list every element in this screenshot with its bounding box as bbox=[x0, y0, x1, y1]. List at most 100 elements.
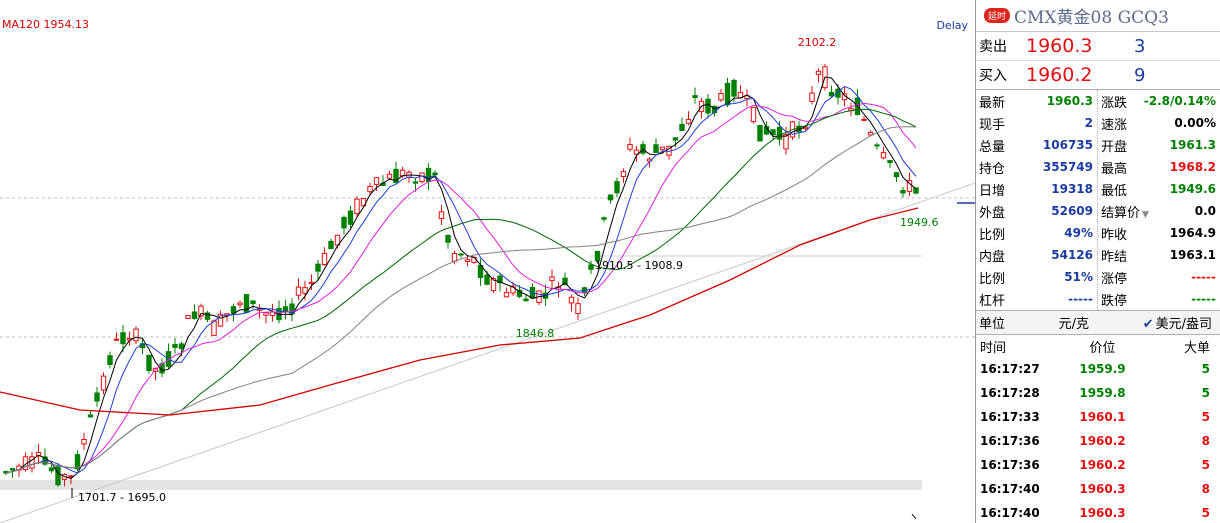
quote-stat-label: 内盘 bbox=[979, 249, 1006, 265]
candle-body bbox=[880, 152, 887, 159]
candle-body bbox=[568, 296, 575, 304]
quote-stat-row: 结算价 ▼ 0.0 bbox=[1098, 200, 1220, 222]
ma20-line bbox=[5, 102, 917, 474]
candle-body bbox=[685, 119, 692, 124]
instrument-title-bar: 延时 CMX黄金08 GCQ3 bbox=[976, 0, 1220, 32]
candle-body bbox=[172, 344, 178, 348]
trade-time: 16:17:40 bbox=[980, 506, 1040, 520]
trade-volume: 5 bbox=[1201, 458, 1210, 472]
candle-body bbox=[211, 320, 217, 336]
quote-stats-grid: 最新 1960.3 现手 2 总量 106735 持仓 355749 日增 19318 外盘 5260… bbox=[976, 90, 1220, 311]
trade-price: 1959.9 bbox=[1079, 362, 1126, 376]
candle-body bbox=[237, 302, 243, 306]
quote-stat-label: 跌停 bbox=[1101, 293, 1128, 309]
trade-price: 1960.3 bbox=[1079, 506, 1126, 520]
trend-line bbox=[0, 182, 975, 523]
candle-body bbox=[347, 210, 354, 225]
quote-stat-value: 19318 bbox=[1051, 182, 1093, 196]
currency-toggle[interactable]: ✔ 美元/盎司 bbox=[1143, 313, 1212, 332]
candle-body bbox=[282, 306, 289, 312]
last-low-annotation: 1949.6 bbox=[900, 216, 939, 229]
quote-stat-row: 昨结 1963.1 bbox=[1098, 244, 1220, 266]
candle-body bbox=[900, 189, 906, 194]
candle-body bbox=[776, 126, 783, 140]
quote-stat-label: 涨跌 bbox=[1101, 95, 1128, 111]
delay-badge: 延时 bbox=[984, 8, 1011, 23]
mid-range-annotation: 1910.5 - 1908.9 bbox=[595, 259, 683, 272]
candle-body bbox=[620, 171, 627, 177]
quote-stat-row: 最低 1949.6 bbox=[1098, 178, 1220, 200]
quote-stat-label: 外盘 bbox=[979, 205, 1006, 221]
candle-body bbox=[373, 177, 380, 185]
candle-body bbox=[146, 354, 152, 371]
candle-body bbox=[893, 172, 900, 178]
high-annotation: 2102.2 bbox=[798, 36, 837, 49]
unit-value: 元/克 bbox=[1058, 317, 1090, 332]
quote-stat-value: ----- bbox=[1068, 292, 1093, 306]
trade-list[interactable]: 16:17:27 1959.9 5 16:17:28 1959.8 5 16:17:33 19… bbox=[976, 357, 1220, 523]
trade-row: 16:17:27 1959.9 5 bbox=[976, 357, 1220, 381]
quote-stat-label: 最新 bbox=[979, 95, 1006, 111]
candle-body bbox=[607, 194, 614, 201]
quote-stat-value: 1963.1 bbox=[1169, 248, 1216, 262]
buy-volume: 9 bbox=[1134, 64, 1146, 86]
trade-volume: 5 bbox=[1201, 506, 1210, 520]
trade-volume: 8 bbox=[1201, 482, 1210, 496]
quote-stat-row: 昨收 1964.9 bbox=[1098, 222, 1220, 244]
trade-time: 16:17:36 bbox=[980, 434, 1040, 448]
candle-body bbox=[601, 217, 607, 220]
quote-stat-value: 0.00% bbox=[1174, 116, 1216, 130]
trade-price: 1960.1 bbox=[1079, 410, 1126, 424]
candle-body bbox=[263, 312, 269, 316]
quote-stat-label: 总量 bbox=[979, 139, 1006, 155]
trade-time: 16:17:27 bbox=[980, 362, 1040, 376]
candle-body bbox=[185, 315, 191, 319]
trade-price: 1959.8 bbox=[1079, 386, 1126, 400]
dropdown-arrow-icon[interactable]: ▼ bbox=[1142, 210, 1149, 220]
quote-stat-row: 持仓 355749 bbox=[976, 156, 1097, 178]
candle-body bbox=[731, 80, 737, 97]
quote-stat-label: 持仓 bbox=[979, 161, 1006, 177]
candle-body bbox=[191, 311, 198, 319]
quote-stat-label: 昨结 bbox=[1101, 249, 1128, 265]
check-icon: ✔ bbox=[1142, 317, 1154, 332]
quote-stat-label: 昨收 bbox=[1101, 227, 1128, 243]
sell-label: 卖出 bbox=[979, 39, 1007, 55]
quote-stat-row: 最高 1968.2 bbox=[1098, 156, 1220, 178]
quote-stat-value: 1960.3 bbox=[1046, 94, 1093, 108]
candle-body bbox=[178, 343, 185, 350]
quote-stat-row: 日增 19318 bbox=[976, 178, 1097, 200]
quote-stat-label: 开盘 bbox=[1101, 139, 1128, 155]
trade-time: 16:17:33 bbox=[980, 410, 1040, 424]
instrument-title: CMX黄金08 GCQ3 bbox=[1014, 8, 1169, 28]
quote-stat-row: 外盘 52609 bbox=[976, 200, 1097, 222]
quote-stat-value: 1949.6 bbox=[1169, 182, 1216, 196]
trade-price: 1960.2 bbox=[1079, 458, 1126, 472]
quote-stat-row: 现手 2 bbox=[976, 112, 1097, 134]
candle-body bbox=[94, 392, 100, 402]
trade-price: 1960.2 bbox=[1079, 434, 1126, 448]
sell-volume: 3 bbox=[1134, 35, 1146, 57]
candle-body bbox=[445, 234, 451, 243]
low-annotation: 1701.7 - 1695.0 bbox=[78, 491, 166, 504]
candle-body bbox=[412, 181, 419, 184]
candle-body bbox=[133, 328, 139, 342]
candle-body bbox=[328, 240, 334, 250]
delay-label: Delay bbox=[936, 19, 968, 32]
candlestick-chart-svg[interactable]: MA120 1954.13 Delay 2102.2 1701.7 - 1695.0 1… bbox=[0, 0, 975, 523]
candle-body bbox=[250, 300, 256, 304]
candle-body bbox=[295, 286, 302, 296]
trade-row: 16:17:40 1960.3 8 bbox=[976, 477, 1220, 501]
candle-body bbox=[100, 375, 107, 391]
candle-body bbox=[815, 70, 822, 75]
candle-body bbox=[230, 306, 237, 314]
trade-row: 16:17:33 1960.1 5 bbox=[976, 405, 1220, 429]
quote-stat-label: 比例 bbox=[979, 271, 1006, 287]
kline-chart[interactable]: MA120 1954.13 Delay 2102.2 1701.7 - 1695.0 1… bbox=[0, 0, 975, 523]
ma120-line bbox=[0, 207, 919, 416]
trade-volume: 5 bbox=[1201, 362, 1210, 376]
quote-stat-value: 1964.9 bbox=[1169, 226, 1216, 240]
buy-price: 1960.2 bbox=[1026, 64, 1093, 86]
candle-body bbox=[705, 98, 711, 114]
candle-body bbox=[48, 467, 55, 472]
